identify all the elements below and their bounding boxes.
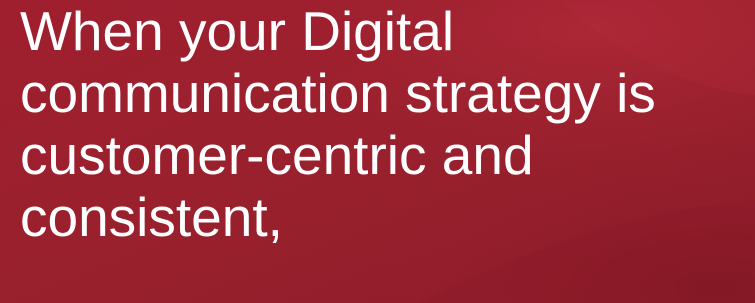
hero-heading-line: communication strategy is [20, 62, 656, 124]
hero-heading-line: When your Digital [20, 0, 455, 62]
hero-heading-line: customer-centric and [20, 124, 534, 186]
hero-banner: When your Digital communication strategy… [0, 0, 755, 303]
hero-heading-line: consistent, [20, 186, 283, 248]
hero-heading: When your Digital communication strategy… [20, 0, 750, 248]
